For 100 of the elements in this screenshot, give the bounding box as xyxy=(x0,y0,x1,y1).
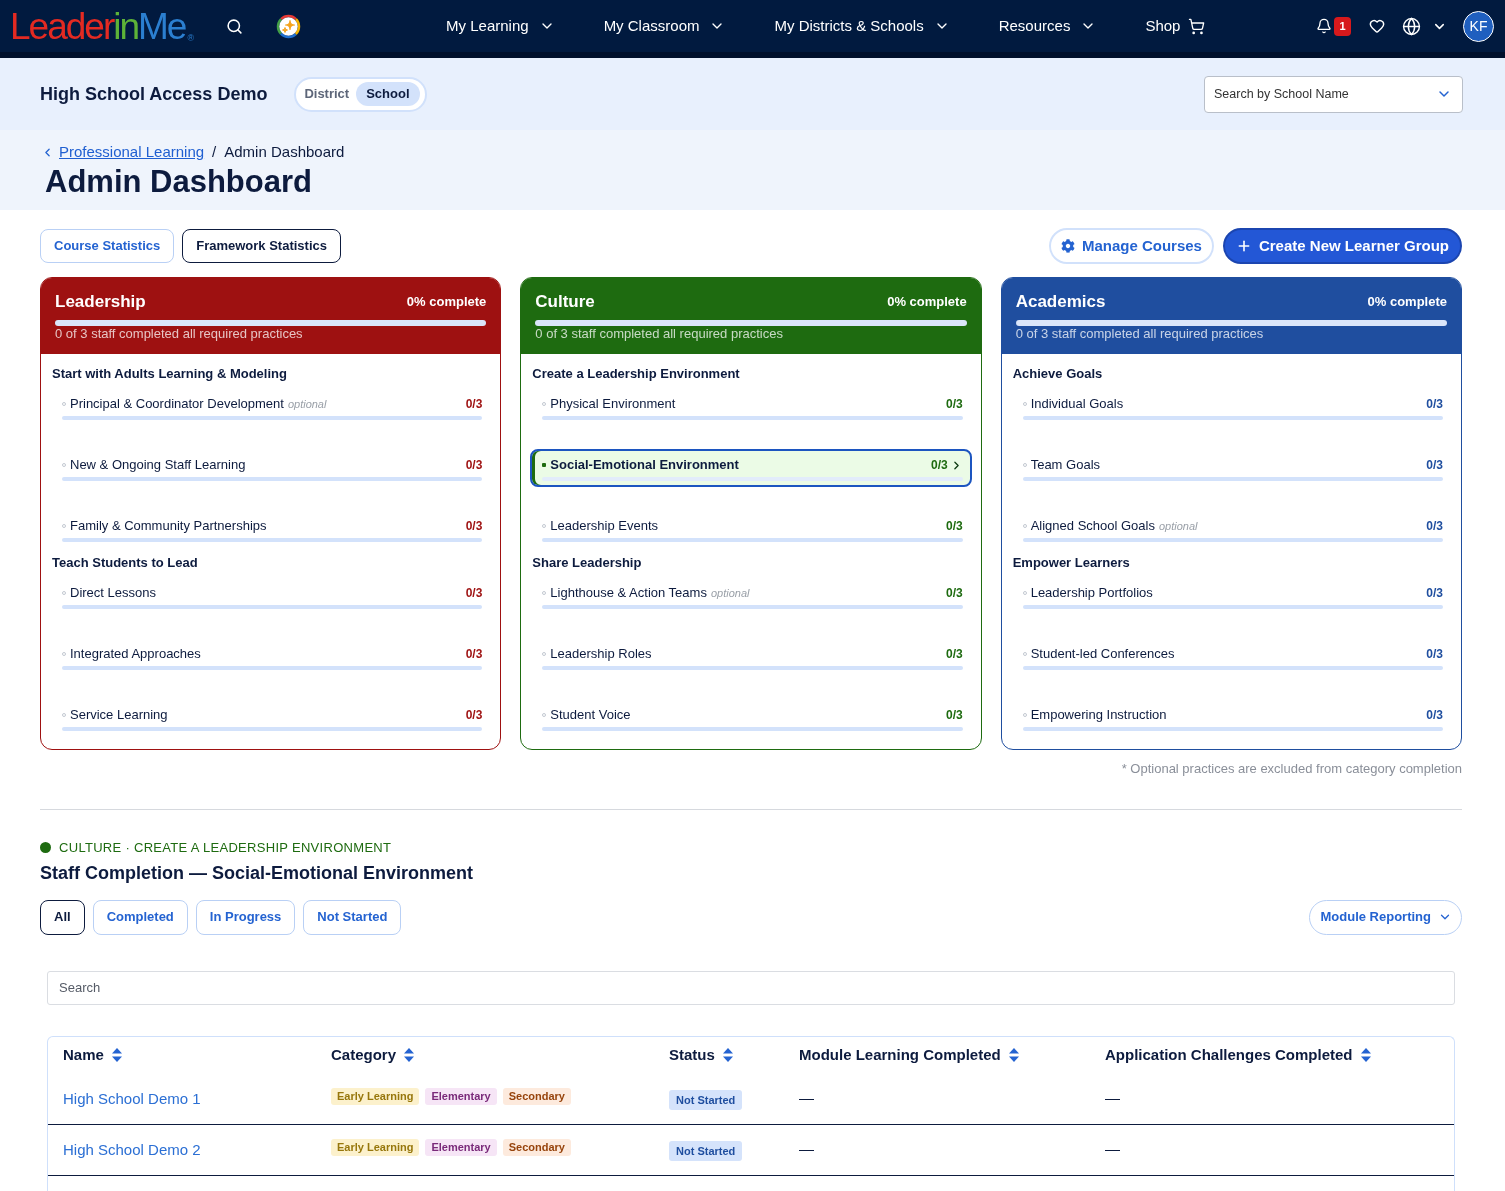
card-title: Academics xyxy=(1015,291,1106,314)
practice-item[interactable]: Leadership Events 0/3 xyxy=(530,510,972,548)
filter-button[interactable]: Completed xyxy=(92,899,188,935)
practice-name: Service Learning xyxy=(70,706,168,725)
breadcrumb-separator: / xyxy=(212,141,217,162)
practice-name: Integrated Approaches xyxy=(70,645,201,664)
staff-name-link[interactable]: High School Demo 2 xyxy=(63,1140,201,1158)
category-tag: Early Learning xyxy=(331,1087,420,1105)
completion-label: 0% complete xyxy=(887,293,967,312)
practice-name: Aligned School Goals xyxy=(1030,517,1155,536)
filter-button[interactable]: All xyxy=(40,899,85,935)
status-badge: Not Started xyxy=(669,1140,743,1161)
logo[interactable]: LeaderinMe® xyxy=(10,7,195,45)
practice-name: Team Goals xyxy=(1030,456,1101,475)
breadcrumb-current: Admin Dashboard xyxy=(224,141,345,162)
practice-name: Direct Lessons xyxy=(70,584,156,603)
practice-item[interactable]: Empowering Instruction 0/3 xyxy=(1010,699,1452,737)
section-heading: Empower Learners xyxy=(1012,554,1130,573)
practice-count: 0/3 xyxy=(465,646,483,663)
view-tab[interactable]: Framework Statistics xyxy=(182,229,341,263)
practice-count: 0/3 xyxy=(465,585,483,602)
completion-label: 0% complete xyxy=(406,293,487,312)
nav-menu-button[interactable]: My Districts & Schools xyxy=(774,14,950,38)
practice-item[interactable]: Aligned School Goals optional 0/3 xyxy=(1010,510,1452,548)
sort-icon[interactable] xyxy=(1360,1048,1371,1062)
practice-count: 0/3 xyxy=(465,518,483,535)
column-header[interactable]: Name xyxy=(63,1043,104,1067)
bell-icon[interactable] xyxy=(1316,18,1332,34)
practice-item[interactable]: Direct Lessons 0/3 xyxy=(50,577,492,615)
sort-icon[interactable] xyxy=(404,1048,415,1062)
practice-item[interactable]: Student-led Conferences 0/3 xyxy=(1010,638,1452,676)
practice-item[interactable]: Lighthouse & Action Teams optional 0/3 xyxy=(530,577,972,615)
practice-count: 0/3 xyxy=(1426,585,1443,602)
filter-button[interactable]: Not Started xyxy=(303,899,402,935)
practice-item[interactable]: Physical Environment 0/3 xyxy=(530,388,972,426)
column-header[interactable]: Category xyxy=(331,1043,397,1067)
sort-icon[interactable] xyxy=(111,1048,122,1062)
nav-menu-button[interactable]: My Learning xyxy=(446,14,555,38)
filter-button[interactable]: In Progress xyxy=(195,899,296,935)
category-tag: Early Learning xyxy=(331,1138,420,1156)
column-header[interactable]: Application Challenges Completed xyxy=(1105,1043,1353,1067)
staff-name-link[interactable]: High School Demo 1 xyxy=(63,1089,201,1107)
user-avatar[interactable]: KF xyxy=(1463,10,1494,42)
search-field[interactable]: Search xyxy=(47,970,1455,1005)
section-heading: Teach Students to Lead xyxy=(52,554,198,573)
practice-item[interactable]: Leadership Roles 0/3 xyxy=(530,638,972,676)
notification-count: 1 xyxy=(1334,16,1351,36)
practice-item[interactable]: Integrated Approaches 0/3 xyxy=(50,638,492,676)
practice-item[interactable]: Student Voice 0/3 xyxy=(530,699,972,737)
create-group-button[interactable]: Create New Learner Group xyxy=(1222,228,1462,264)
practice-count: 0/3 xyxy=(945,646,963,663)
scope-option[interactable]: District xyxy=(301,82,353,106)
school-title: High School Access Demo xyxy=(40,82,268,106)
table-cell-text: — xyxy=(1105,1139,1120,1160)
practice-name: Leadership Events xyxy=(550,517,658,536)
globe-icon[interactable] xyxy=(1402,16,1421,36)
nav-menu-button[interactable]: My Classroom xyxy=(603,14,726,38)
heart-icon[interactable] xyxy=(1369,18,1385,34)
practice-name: Leadership Roles xyxy=(550,645,652,664)
section-eyebrow: CULTURE · CREATE A LEADERSHIP ENVIRONMENT xyxy=(59,838,392,857)
view-tab[interactable]: Course Statistics xyxy=(40,229,175,263)
practice-count: 0/3 xyxy=(1426,707,1443,724)
nav-menu-button[interactable]: Resources xyxy=(998,14,1097,38)
section-heading: Start with Adults Learning & Modeling xyxy=(52,365,287,384)
practice-count: 0/3 xyxy=(1426,396,1443,413)
practice-name: Individual Goals xyxy=(1030,395,1124,414)
practice-name: New & Ongoing Staff Learning xyxy=(70,456,246,475)
nav-shop-link[interactable]: Shop xyxy=(1145,14,1206,38)
practice-item[interactable]: Team Goals 0/3 xyxy=(1010,449,1452,487)
completion-label: 0% complete xyxy=(1367,293,1447,312)
practice-item[interactable]: Family & Community Partnerships 0/3 xyxy=(50,510,492,548)
breadcrumb-link[interactable]: Professional Learning xyxy=(59,140,205,164)
practice-count: 0/3 xyxy=(1426,457,1443,474)
practice-item[interactable]: Individual Goals 0/3 xyxy=(1010,388,1452,426)
category-tag: Secondary xyxy=(502,1087,571,1105)
scope-option[interactable]: School xyxy=(356,82,420,106)
practice-item[interactable]: Principal & Coordinator Development optional 0/3 xyxy=(50,388,492,426)
sparkle-icon[interactable] xyxy=(276,13,302,39)
table-cell-text: — xyxy=(799,1088,814,1109)
practice-count: 0/3 xyxy=(465,707,483,724)
card-summary: 0 of 3 staff completed all required practices xyxy=(55,326,303,342)
search-icon[interactable] xyxy=(226,17,244,35)
practice-name: Social-Emotional Environment xyxy=(550,456,739,475)
column-header[interactable]: Module Learning Completed xyxy=(799,1043,1001,1067)
footnote: * Optional practices are excluded from category completion xyxy=(1121,760,1462,778)
sort-icon[interactable] xyxy=(722,1048,733,1062)
sort-icon[interactable] xyxy=(1008,1048,1019,1062)
practice-item[interactable]: New & Ongoing Staff Learning 0/3 xyxy=(50,449,492,487)
practice-item[interactable]: Social-Emotional Environment 0/3 xyxy=(530,449,972,487)
column-header[interactable]: Status xyxy=(669,1043,715,1067)
practice-item[interactable]: Service Learning 0/3 xyxy=(50,699,492,737)
page-title: Admin Dashboard xyxy=(45,165,312,199)
optional-note: optional xyxy=(287,396,327,412)
practice-count: 0/3 xyxy=(945,518,963,535)
manage-courses-button[interactable]: Manage Courses xyxy=(1048,228,1214,264)
school-search-select[interactable]: Search by School Name xyxy=(1204,75,1463,113)
practice-item[interactable]: Leadership Portfolios 0/3 xyxy=(1010,577,1452,615)
card-summary: 0 of 3 staff completed all required practices xyxy=(1015,326,1264,342)
card-summary: 0 of 3 staff completed all required practices xyxy=(535,326,783,342)
cart-icon xyxy=(1188,17,1206,35)
